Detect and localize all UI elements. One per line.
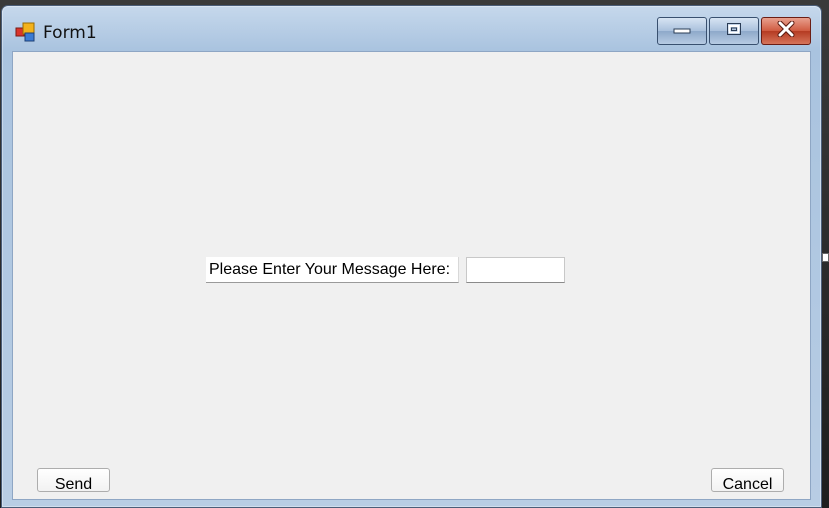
maximize-button[interactable] — [709, 17, 759, 45]
message-input[interactable] — [466, 257, 565, 283]
form-client-area: Please Enter Your Message Here: Send Can… — [12, 51, 811, 500]
form-window: Form1 Please Enter Your Message Here: Se… — [1, 5, 822, 508]
minimize-button[interactable] — [657, 17, 707, 45]
resize-handle[interactable] — [822, 253, 829, 262]
maximize-icon — [726, 22, 742, 41]
minimize-icon — [673, 22, 691, 40]
window-title: Form1 — [43, 23, 97, 43]
title-bar[interactable]: Form1 — [2, 6, 821, 51]
message-label: Please Enter Your Message Here: — [206, 257, 459, 283]
close-icon — [777, 20, 795, 42]
send-button[interactable]: Send — [37, 468, 110, 492]
cancel-button[interactable]: Cancel — [711, 468, 784, 492]
application-icon[interactable] — [15, 22, 37, 42]
close-button[interactable] — [761, 17, 811, 45]
desktop: Form1 Please Enter Your Message Here: Se… — [0, 0, 829, 508]
